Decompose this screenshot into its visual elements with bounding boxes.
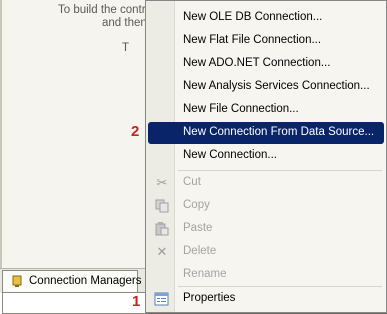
menu-item-rename[interactable]: Rename — [148, 264, 384, 286]
designer-left-border — [0, 0, 2, 270]
menu-item-label: Cut — [183, 176, 201, 188]
menu-item-delete[interactable]: ✕ Delete — [148, 241, 384, 263]
menu-item-new-flat-file-connection[interactable]: New Flat File Connection... — [148, 30, 384, 52]
connection-manager-icon — [11, 275, 23, 288]
properties-icon — [154, 291, 170, 307]
menu-item-new-connection-from-data-source[interactable]: New Connection From Data Source... — [148, 122, 384, 144]
menu-item-label: Copy — [183, 199, 210, 211]
context-menu: New OLE DB Connection... New Flat File C… — [145, 0, 387, 313]
designer-hint-line3: T — [122, 42, 130, 54]
menu-separator — [178, 286, 382, 287]
menu-item-new-analysis-services-connection[interactable]: New Analysis Services Connection... — [148, 76, 384, 98]
delete-icon: ✕ — [156, 244, 168, 259]
menu-item-label: Delete — [183, 245, 217, 257]
menu-item-label: New File Connection... — [183, 103, 299, 115]
annotation-step-1: 1 — [132, 293, 141, 310]
copy-icon — [154, 198, 170, 214]
tab-connection-managers-label: Connection Managers — [29, 275, 142, 287]
menu-item-label: New ADO.NET Connection... — [183, 57, 331, 69]
menu-item-label: New Connection From Data Source... — [183, 126, 375, 138]
menu-item-label: New Analysis Services Connection... — [183, 80, 370, 92]
menu-item-label: Properties — [183, 292, 236, 304]
menu-item-paste[interactable]: Paste — [148, 218, 384, 240]
menu-item-new-file-connection[interactable]: New File Connection... — [148, 99, 384, 121]
menu-item-new-connection[interactable]: New Connection... — [148, 145, 384, 167]
annotation-step-2: 2 — [131, 123, 140, 140]
menu-item-new-ole-db-connection[interactable]: New OLE DB Connection... — [148, 7, 384, 29]
menu-item-label: New Flat File Connection... — [183, 34, 322, 46]
menu-item-label: New Connection... — [183, 149, 277, 161]
menu-item-label: New OLE DB Connection... — [183, 11, 323, 23]
designer-hint-line1: To build the contr — [58, 4, 146, 16]
menu-item-label: Paste — [183, 222, 213, 234]
menu-item-properties[interactable]: Properties — [148, 288, 384, 310]
scissors-icon: ✂ — [156, 175, 168, 190]
menu-separator — [178, 170, 382, 171]
menu-item-new-ado-net-connection[interactable]: New ADO.NET Connection... — [148, 53, 384, 75]
menu-item-cut[interactable]: ✂ Cut — [148, 172, 384, 194]
tab-connection-managers[interactable]: Connection Managers — [2, 270, 142, 292]
designer-hint-line2: and then — [102, 17, 147, 29]
menu-item-label: Rename — [183, 268, 227, 280]
paste-icon — [154, 221, 170, 237]
menu-item-copy[interactable]: Copy — [148, 195, 384, 217]
